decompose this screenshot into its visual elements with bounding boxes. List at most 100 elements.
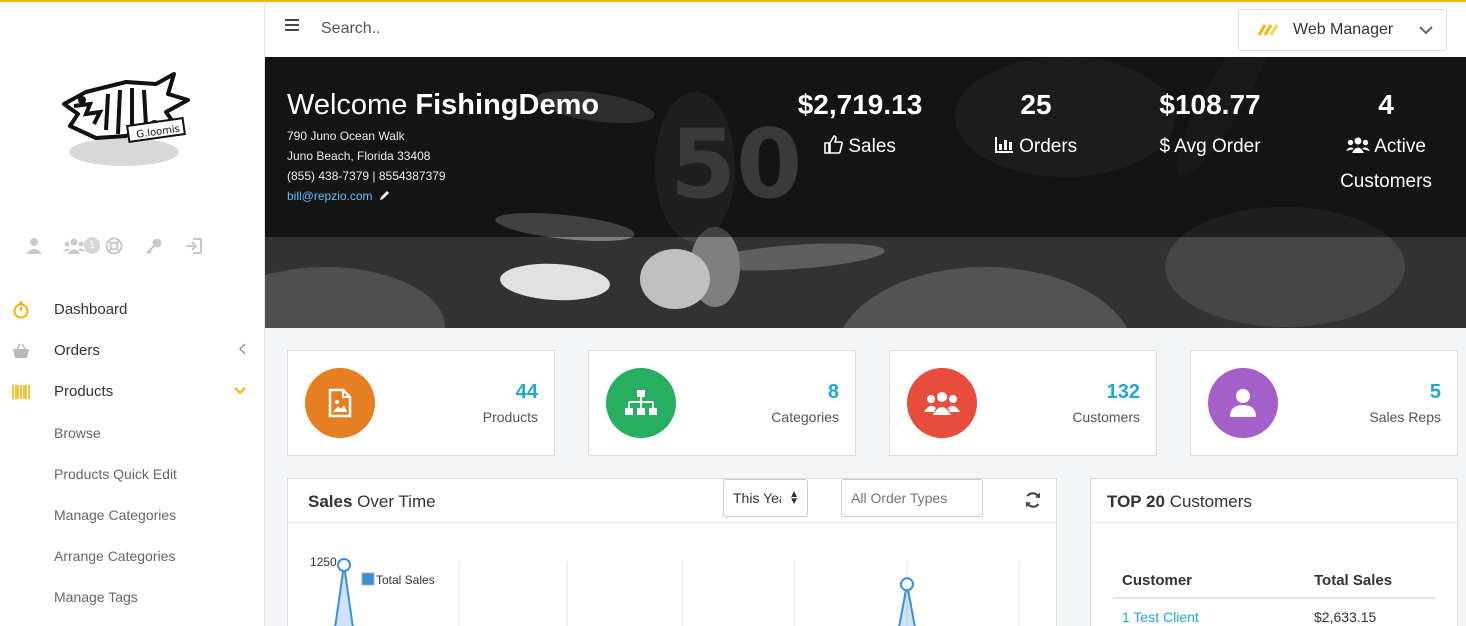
email-link[interactable]: bill@repzio.com xyxy=(287,189,373,203)
chart-legend: Total Sales xyxy=(361,572,435,587)
account-dropdown[interactable]: Web Manager xyxy=(1238,9,1447,51)
stat-sales-value: $2,719.13 xyxy=(797,89,923,120)
refresh-icon[interactable] xyxy=(1024,491,1042,509)
stat-orders: 25 Orders xyxy=(951,89,1121,164)
stat-sales: $2,719.13 Sales xyxy=(775,89,945,164)
col-customer: Customer xyxy=(1122,571,1193,589)
card-customers-badge xyxy=(907,368,977,438)
file-image-icon xyxy=(328,388,352,418)
sidebar-nav: Dashboard Orders Products Browse Product… xyxy=(0,289,264,617)
company-address: 790 Juno Ocean Walk Juno Beach, Florida … xyxy=(287,126,599,206)
legend-label: Total Sales xyxy=(376,573,435,587)
top-customers-panel: TOP 20 Customers Customer Total Sales 1 … xyxy=(1090,478,1458,626)
card-products[interactable]: 44 Products xyxy=(287,350,555,456)
search-input[interactable] xyxy=(321,12,721,46)
card-sales-reps-badge xyxy=(1208,368,1278,438)
customer-link[interactable]: 1 Test Client xyxy=(1113,609,1314,625)
sidebar-quick-icons: 1 xyxy=(14,234,214,258)
chevron-down-icon xyxy=(1419,26,1433,35)
address-line-1: 790 Juno Ocean Walk xyxy=(287,129,405,143)
card-categories-badge xyxy=(606,368,676,438)
bar-chart-icon xyxy=(994,137,1013,153)
chevron-down-icon xyxy=(234,384,246,398)
stat-sales-label: Sales xyxy=(848,136,896,157)
stat-avg-order: $108.77 $ Avg Order xyxy=(1125,89,1295,164)
sales-panel-title: Sales Over Time xyxy=(308,492,436,511)
basket-icon xyxy=(12,343,54,359)
users-icon xyxy=(924,392,960,415)
top-customers-table: Customer Total Sales 1 Test Client $2,63… xyxy=(1113,563,1435,626)
user-icon xyxy=(1230,389,1256,417)
card-categories[interactable]: 8 Categories xyxy=(588,350,856,456)
address-line-2: Juno Beach, Florida 33408 xyxy=(287,149,431,163)
card-sales-reps[interactable]: 5 Sales Reps xyxy=(1190,350,1458,456)
card-products-value: 44 xyxy=(515,381,538,403)
account-name: Web Manager xyxy=(1293,21,1394,38)
pencil-icon[interactable] xyxy=(379,190,390,201)
sales-over-time-panel: Sales Over Time This Year ▲▼ 1250 Total … xyxy=(287,478,1057,626)
y-tick-label: 1250 xyxy=(310,555,337,569)
col-total-sales: Total Sales xyxy=(1314,571,1393,589)
profile-icon[interactable] xyxy=(14,234,54,258)
barcode-icon xyxy=(12,384,54,400)
card-sales-reps-label: Sales Reps xyxy=(1369,409,1441,425)
card-customers[interactable]: 132 Customers xyxy=(889,350,1157,456)
sort-arrows-icon: ▲ ▼ xyxy=(789,489,799,507)
customer-total: $2,633.15 xyxy=(1314,609,1377,625)
stat-orders-value: 25 xyxy=(1020,89,1052,120)
order-types-input[interactable] xyxy=(841,479,983,517)
card-categories-label: Categories xyxy=(771,409,839,425)
subnav-products-quick-edit[interactable]: Products Quick Edit xyxy=(0,453,264,494)
subnav-browse[interactable]: Browse xyxy=(0,412,264,453)
nav-products[interactable]: Products xyxy=(0,371,264,412)
sales-line-chart: 1250 Total Sales xyxy=(310,555,1020,626)
support-icon[interactable] xyxy=(94,234,134,258)
customers-panel-title: TOP 20 Customers xyxy=(1107,492,1252,511)
stopwatch-icon xyxy=(12,301,54,319)
card-customers-value: 132 xyxy=(1106,381,1140,403)
thumbs-up-icon xyxy=(824,135,844,154)
subnav-manage-categories[interactable]: Manage Categories xyxy=(0,494,264,535)
table-header: Customer Total Sales xyxy=(1113,563,1435,599)
stat-avg-order-value: $108.77 xyxy=(1159,89,1261,120)
data-point xyxy=(900,577,914,592)
stat-active-customers-value: 4 xyxy=(1378,89,1394,120)
sidebar: G.loomis 1 Dashboard Orders Products Bro… xyxy=(0,0,265,626)
nav-orders-label: Orders xyxy=(54,342,100,359)
table-row: 1 Test Client $2,633.15 xyxy=(1113,599,1435,626)
period-select-value: This Year xyxy=(733,490,781,506)
menu-icon[interactable] xyxy=(285,19,299,33)
g-loomis-logo[interactable]: G.loomis xyxy=(56,64,196,174)
card-customers-label: Customers xyxy=(1072,409,1140,425)
data-point xyxy=(337,558,351,572)
customers-panel-header: TOP 20 Customers xyxy=(1091,479,1457,523)
company-name: FishingDemo xyxy=(415,89,600,121)
chart-gridlines xyxy=(458,561,1020,626)
stat-orders-label: Orders xyxy=(1019,136,1078,157)
card-products-label: Products xyxy=(482,409,538,425)
nav-orders[interactable]: Orders xyxy=(0,330,264,371)
users-icon[interactable]: 1 xyxy=(54,234,100,258)
series-total-sales xyxy=(334,558,916,626)
welcome-banner: 50 Welcome FishingDemo 790 Juno Ocean Wa… xyxy=(265,57,1466,328)
card-sales-reps-value: 5 xyxy=(1429,381,1441,403)
stat-avg-order-label: Avg Order xyxy=(1174,136,1261,157)
legend-swatch xyxy=(361,572,375,586)
top-bar: Web Manager xyxy=(265,0,1466,57)
brand-logo-icon xyxy=(1257,24,1279,36)
nav-products-label: Products xyxy=(54,383,114,400)
welcome-block: Welcome FishingDemo 790 Juno Ocean Walk … xyxy=(287,89,599,206)
logout-icon[interactable] xyxy=(174,234,214,258)
nav-dashboard-label: Dashboard xyxy=(54,301,128,318)
stat-active-customers: 4 Active Customers xyxy=(1301,89,1466,199)
subnav-manage-tags[interactable]: Manage Tags xyxy=(0,576,264,617)
subnav-arrange-categories[interactable]: Arrange Categories xyxy=(0,535,264,576)
dollar-icon: $ xyxy=(1159,136,1171,157)
nav-dashboard[interactable]: Dashboard xyxy=(0,289,264,330)
sales-panel-header: Sales Over Time This Year ▲▼ xyxy=(288,479,1056,523)
card-products-badge xyxy=(305,368,375,438)
period-select[interactable]: This Year ▲▼ xyxy=(723,479,808,517)
users-icon xyxy=(1346,137,1370,153)
key-icon[interactable] xyxy=(134,234,174,258)
chevron-left-icon xyxy=(238,343,246,358)
